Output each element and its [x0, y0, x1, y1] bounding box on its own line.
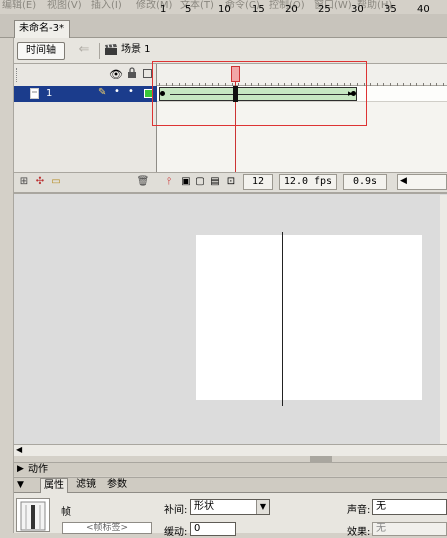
expand-arrow-icon[interactable]: ▶ — [17, 463, 24, 476]
delete-layer-icon[interactable]: 🗑 — [136, 175, 150, 189]
ruler-label-1: 1 — [160, 4, 167, 15]
layer-row-selected[interactable]: 1 ✎ • • — [14, 86, 157, 102]
menu-view[interactable]: 视图(V) — [47, 0, 82, 12]
elapsed-time-value: 0.9s — [343, 174, 387, 190]
back-arrow-icon[interactable]: ⇐ — [74, 42, 94, 60]
pencil-icon: ✎ — [98, 87, 107, 98]
frame-thumbnail-icon — [16, 498, 50, 532]
center-frame-icon[interactable]: ⫯ — [162, 175, 176, 189]
stage-vertical-scrollbar[interactable] — [440, 195, 447, 445]
scene-label[interactable]: 场景 1 — [121, 43, 151, 57]
layer-page-icon — [30, 88, 40, 99]
current-frame-value: 12 — [243, 174, 273, 190]
chevron-down-icon[interactable]: ▼ — [256, 500, 269, 514]
tween-select-value: 形状 — [194, 501, 214, 512]
modify-onion-markers-icon[interactable]: ⊡ — [224, 175, 238, 189]
scene-clapper-icon — [104, 44, 118, 56]
onion-outline-icon[interactable]: ▢ — [193, 175, 207, 189]
stage-scroll-left-icon[interactable]: ◀ — [16, 445, 22, 454]
layer-header-row: 👁 — [14, 64, 157, 86]
outline-icon[interactable] — [143, 69, 152, 78]
ruler-label-25: 25 — [318, 4, 331, 15]
frame-label-input[interactable]: <帧标签> — [62, 522, 152, 534]
lock-icon[interactable] — [127, 67, 137, 79]
menu-modify[interactable]: 修改(M) — [136, 0, 172, 12]
visible-dot-icon[interactable]: • — [114, 86, 120, 97]
add-guide-layer-icon[interactable]: ✣ — [33, 175, 47, 189]
collapse-arrow-icon[interactable]: ▼ — [17, 479, 24, 492]
left-dock-strip — [0, 38, 14, 533]
scroll-left-icon[interactable]: ◀ — [400, 176, 407, 186]
drag-grip[interactable] — [16, 68, 19, 82]
ease-input[interactable]: 0 — [190, 522, 236, 536]
menu-insert[interactable]: 插入(I) — [91, 0, 122, 12]
unlocked-dot-icon[interactable]: • — [128, 86, 134, 97]
frame-rate-value[interactable]: 12.0 fps — [279, 174, 337, 190]
ruler-label-15: 15 — [252, 4, 265, 15]
onion-skin-icon[interactable]: ▣ — [179, 175, 193, 189]
tween-label: 补间: — [164, 505, 188, 516]
menu-edit[interactable]: 编辑(E) — [2, 0, 36, 12]
add-folder-icon[interactable]: ▭ — [49, 175, 63, 189]
stage-horizontal-scrollbar[interactable]: ◀ — [14, 444, 447, 456]
ruler-label-40: 40 — [417, 4, 430, 15]
ruler-label-5: 5 — [185, 4, 192, 15]
annotation-box-tween — [152, 61, 367, 126]
tween-select[interactable]: 形状 ▼ — [190, 499, 270, 515]
tab-filters[interactable]: 滤镜 — [73, 478, 99, 493]
actions-panel-title[interactable]: 动作 — [28, 463, 48, 476]
edit-multiple-frames-icon[interactable]: ▤ — [208, 175, 222, 189]
layer-name[interactable]: 1 — [46, 87, 52, 101]
eye-icon[interactable]: 👁 — [109, 68, 123, 81]
header-divider — [99, 43, 100, 59]
ruler-label-10: 10 — [218, 4, 231, 15]
frame-section-label: 帧 — [61, 507, 71, 518]
sound-select[interactable]: 无 — [372, 499, 447, 515]
ruler-label-20: 20 — [285, 4, 298, 15]
timeline-horizontal-scrollbar[interactable]: ◀ — [397, 174, 447, 190]
ruler-label-30: 30 — [351, 4, 364, 15]
timeline-toggle-button[interactable]: 时间轴 — [17, 42, 65, 60]
document-tab[interactable]: 未命名-3* — [14, 20, 70, 38]
add-layer-icon[interactable]: ⊞ — [17, 175, 31, 189]
sound-label: 声音: — [347, 505, 371, 516]
actions-panel-bar[interactable]: ▶ 动作 — [14, 462, 447, 476]
tab-properties[interactable]: 属性 — [40, 478, 68, 493]
tab-parameters[interactable]: 参数 — [104, 478, 130, 493]
vertical-line-shape[interactable] — [282, 232, 283, 406]
effect-label: 效果: — [347, 527, 371, 538]
ruler-label-35: 35 — [384, 4, 397, 15]
stage-canvas[interactable] — [196, 235, 422, 400]
ease-label: 缓动: — [164, 527, 188, 538]
effect-select[interactable]: 无 — [372, 522, 447, 536]
